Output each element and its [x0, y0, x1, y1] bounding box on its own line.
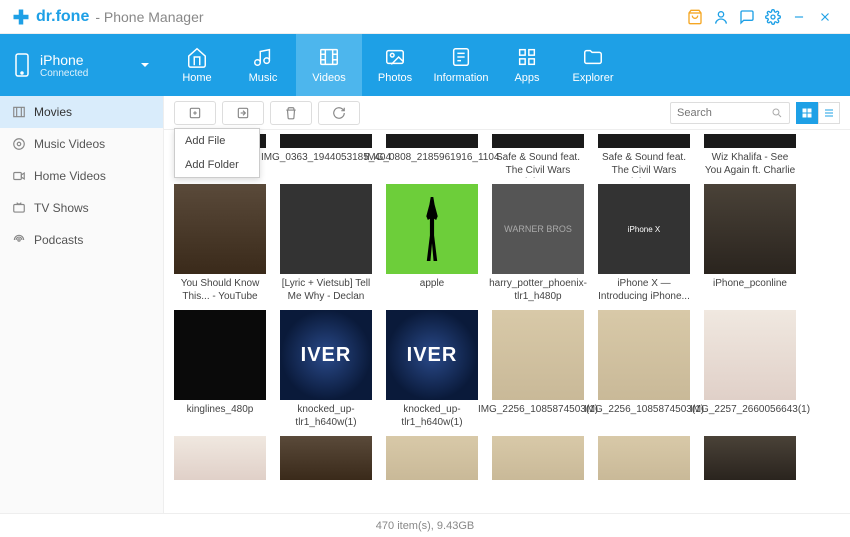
video-item[interactable]: kinglines_480p — [174, 310, 266, 430]
nav-explorer[interactable]: Explorer — [560, 34, 626, 96]
video-item[interactable] — [704, 436, 796, 480]
refresh-button[interactable] — [318, 101, 360, 125]
settings-icon[interactable] — [760, 4, 786, 30]
video-item[interactable]: iPhone_pconline — [704, 184, 796, 304]
minimize-button[interactable] — [786, 4, 812, 30]
device-name: iPhone — [40, 52, 140, 68]
status-bar: 470 item(s), 9.43GB — [0, 513, 850, 537]
add-dropdown: Add File Add Folder — [174, 128, 260, 178]
feedback-icon[interactable] — [734, 4, 760, 30]
video-item[interactable]: IMG_2256_1085874503(1) — [598, 310, 690, 430]
info-icon — [450, 46, 472, 68]
podcast-icon — [12, 233, 26, 247]
sidebar-item-home-videos[interactable]: Home Videos — [0, 160, 163, 192]
export-button[interactable] — [222, 101, 264, 125]
sidebar-item-tv-shows[interactable]: TV Shows — [0, 192, 163, 224]
refresh-icon — [332, 106, 346, 120]
video-item[interactable]: IMG_0808_2185961916_1104 — [386, 134, 478, 178]
user-icon[interactable] — [708, 4, 734, 30]
video-item[interactable]: IMG_0363_1944053185_404 — [280, 134, 372, 178]
toolbar — [164, 96, 850, 130]
list-icon — [823, 107, 835, 119]
video-item[interactable]: Safe & Sound feat. The Civil Wars (The..… — [598, 134, 690, 178]
close-button[interactable] — [812, 4, 838, 30]
titlebar: dr.fone - Phone Manager — [0, 0, 850, 34]
app-subtitle: - Phone Manager — [95, 9, 203, 25]
delete-button[interactable] — [270, 101, 312, 125]
export-icon — [236, 106, 250, 120]
device-status: Connected — [40, 68, 140, 79]
video-grid: IMG_0363_1944053185_404 IMG_0808_2185961… — [164, 130, 850, 513]
view-toggle — [796, 102, 840, 124]
add-button[interactable] — [174, 101, 216, 125]
tv-icon — [12, 201, 26, 215]
videos-icon — [318, 46, 340, 68]
video-item[interactable]: IMG_2257_2660056643(1) — [704, 310, 796, 430]
video-item[interactable]: iPhone XiPhone X — Introducing iPhone... — [598, 184, 690, 304]
list-view-button[interactable] — [818, 102, 840, 124]
video-item[interactable]: IVERknocked_up-tlr1_h640w(1) — [280, 310, 372, 430]
device-selector[interactable]: iPhone Connected — [0, 34, 164, 96]
video-item[interactable] — [598, 436, 690, 480]
video-item[interactable]: apple — [386, 184, 478, 304]
video-item[interactable] — [174, 436, 266, 480]
brand-icon — [12, 8, 30, 26]
music-video-icon — [12, 137, 26, 151]
video-item[interactable]: You Should Know This... - YouTube — [174, 184, 266, 304]
video-item[interactable]: IMG_2256_1085874503(1) — [492, 310, 584, 430]
nav-apps[interactable]: Apps — [494, 34, 560, 96]
content-area: Add File Add Folder IMG_0363_1944053185_… — [164, 96, 850, 513]
music-icon — [252, 46, 274, 68]
phone-icon — [14, 53, 30, 77]
sidebar: Movies Music Videos Home Videos TV Shows… — [0, 96, 164, 513]
add-icon — [188, 106, 202, 120]
search-icon — [771, 107, 783, 119]
dropdown-add-file[interactable]: Add File — [175, 129, 259, 153]
trash-icon — [284, 106, 298, 120]
grid-view-button[interactable] — [796, 102, 818, 124]
video-item[interactable]: Wiz Khalifa - See You Again ft. Charlie … — [704, 134, 796, 178]
video-item[interactable] — [386, 436, 478, 480]
grid-icon — [801, 107, 813, 119]
brand-text: dr.fone — [36, 8, 89, 26]
camera-icon — [12, 169, 26, 183]
apps-icon — [516, 46, 538, 68]
video-item[interactable]: WARNER BROSharry_potter_phoenix-tlr1_h48… — [492, 184, 584, 304]
nav-music[interactable]: Music — [230, 34, 296, 96]
photos-icon — [384, 46, 406, 68]
nav-information[interactable]: Information — [428, 34, 494, 96]
main-nav: iPhone Connected Home Music Videos Photo… — [0, 34, 850, 96]
nav-videos[interactable]: Videos — [296, 34, 362, 96]
cart-icon[interactable] — [682, 4, 708, 30]
dropdown-add-folder[interactable]: Add Folder — [175, 153, 259, 177]
video-item[interactable]: IVERknocked_up-tlr1_h640w(1) — [386, 310, 478, 430]
status-text: 470 item(s), 9.43GB — [376, 520, 474, 532]
video-item[interactable] — [280, 436, 372, 480]
search-input[interactable] — [677, 107, 771, 119]
sidebar-item-movies[interactable]: Movies — [0, 96, 163, 128]
video-item[interactable]: [Lyric + Vietsub] Tell Me Why - Declan G… — [280, 184, 372, 304]
search-box[interactable] — [670, 102, 790, 124]
chevron-down-icon — [140, 60, 150, 70]
video-item[interactable] — [492, 436, 584, 480]
video-item[interactable]: Safe & Sound feat. The Civil Wars (The..… — [492, 134, 584, 178]
nav-photos[interactable]: Photos — [362, 34, 428, 96]
film-icon — [12, 105, 26, 119]
nav-home[interactable]: Home — [164, 34, 230, 96]
sidebar-item-podcasts[interactable]: Podcasts — [0, 224, 163, 256]
home-icon — [186, 46, 208, 68]
explorer-icon — [582, 46, 604, 68]
sidebar-item-music-videos[interactable]: Music Videos — [0, 128, 163, 160]
